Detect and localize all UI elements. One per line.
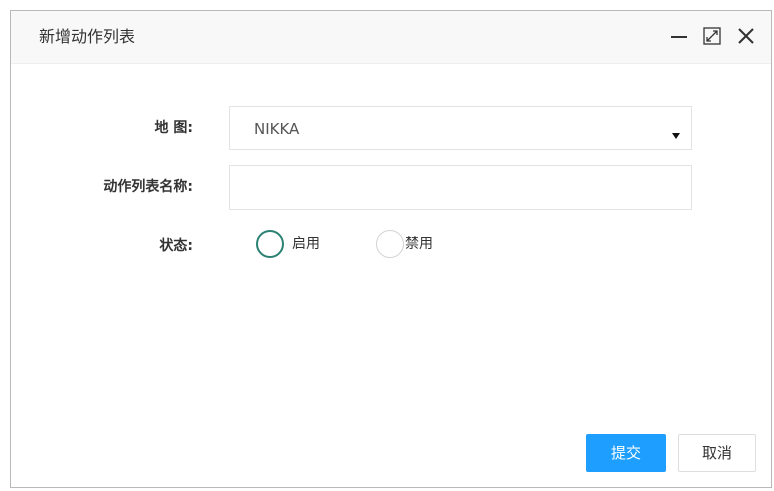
status-label: 状态: <box>159 238 193 254</box>
maximize-icon[interactable] <box>701 25 723 47</box>
dialog-titlebar: 新增动作列表 <box>11 11 771 64</box>
radio-checked-icon <box>256 230 284 258</box>
map-select-value: NIKKA <box>254 120 300 138</box>
cancel-button[interactable]: 取消 <box>678 434 756 472</box>
action-list-name-label: 动作列表名称: <box>103 179 193 195</box>
minimize-icon[interactable] <box>668 25 690 47</box>
close-icon[interactable] <box>735 25 757 47</box>
dropdown-arrow-icon <box>671 125 681 144</box>
submit-button[interactable]: 提交 <box>586 434 666 472</box>
action-list-name-input[interactable] <box>229 165 692 210</box>
radio-unchecked-icon <box>376 230 404 258</box>
radio-label-disable: 禁用 <box>405 236 433 252</box>
map-select[interactable]: NIKKA <box>229 106 692 150</box>
add-action-list-dialog: 新增动作列表 地 图: NIKKA 动作列表名称: 状态: 启用 禁用 提交 取… <box>10 10 772 488</box>
radio-label-enable: 启用 <box>292 236 320 252</box>
map-label: 地 图: <box>154 120 193 136</box>
dialog-title: 新增动作列表 <box>39 27 136 46</box>
